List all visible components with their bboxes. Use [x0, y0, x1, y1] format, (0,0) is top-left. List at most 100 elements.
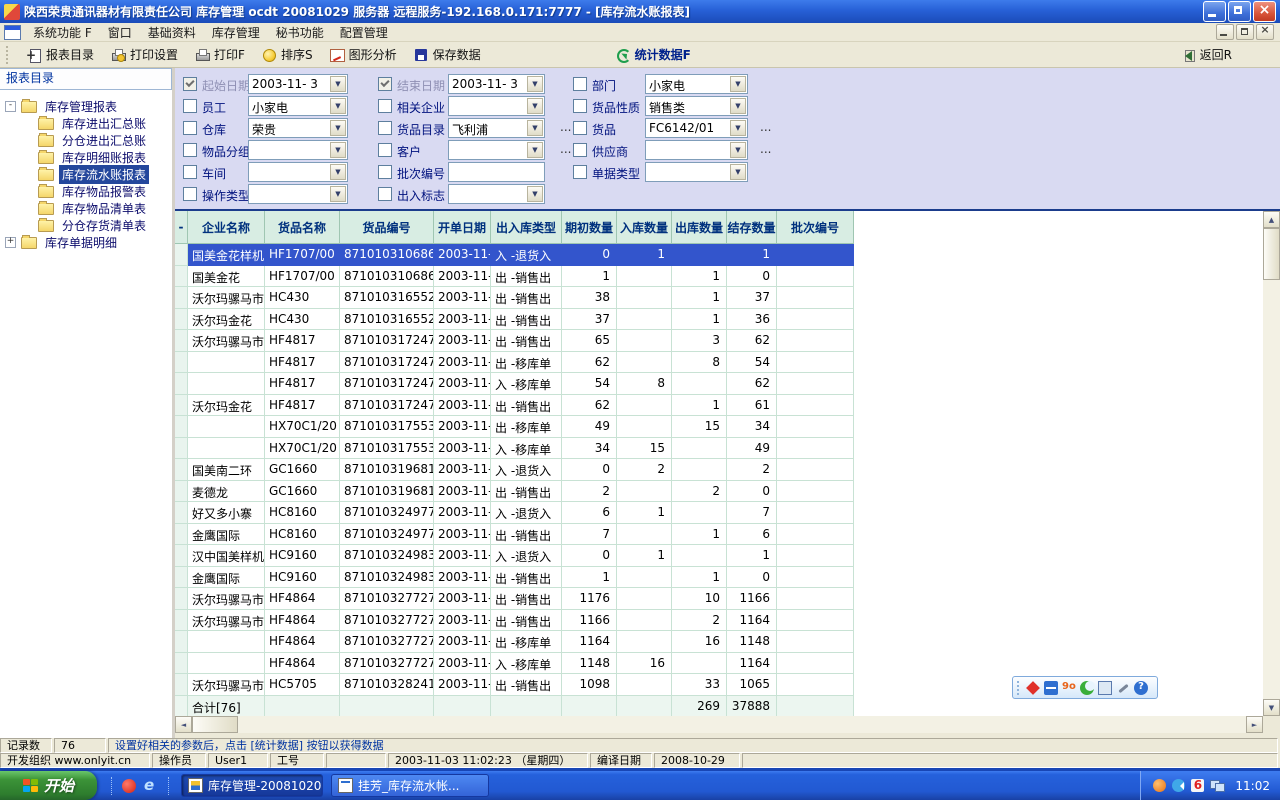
restore-button[interactable] [1228, 1, 1251, 22]
menu-item-2[interactable]: 基础资料 [140, 22, 204, 43]
combo-dropdown-icon[interactable]: ▼ [330, 120, 346, 136]
filter-ellipsis-button[interactable]: ... [760, 142, 771, 156]
ime-tools-icon[interactable] [1116, 681, 1130, 695]
ime-punct-icon[interactable] [1062, 681, 1076, 695]
table-row[interactable]: 金鹰国际HC816087101032497712003-11-06出 -销售出7… [175, 524, 854, 546]
filter-checkbox-物品分组[interactable] [183, 143, 197, 157]
combo-dropdown-icon[interactable]: ▼ [330, 98, 346, 114]
tree-item-0[interactable]: -库存管理报表 [0, 98, 172, 115]
ime-help-icon[interactable] [1134, 681, 1148, 695]
column-header-期初数量[interactable]: 期初数量 [562, 211, 617, 244]
column-header-货品编号[interactable]: 货品编号 [340, 211, 434, 244]
filter-combo-操作类型[interactable]: ▼ [248, 184, 348, 204]
table-row[interactable]: HF486487101032772792003-11-06入 -移库单11481… [175, 653, 854, 675]
filter-combo-货品目录[interactable]: 飞利浦▼ [448, 118, 545, 138]
filter-combo-客户[interactable]: ▼ [448, 140, 545, 160]
filter-combo-货品性质[interactable]: 销售类▼ [645, 96, 748, 116]
tree-item-6[interactable]: 库存物品清单表 [0, 200, 172, 217]
minus-expander-icon[interactable]: - [5, 101, 16, 112]
agent-icon[interactable] [1153, 779, 1166, 792]
column-header-入库数量[interactable]: 入库数量 [617, 211, 672, 244]
filter-checkbox-批次编号[interactable] [378, 165, 392, 179]
filter-combo-物品分组[interactable]: ▼ [248, 140, 348, 160]
taskbar-task-1[interactable]: 挂芳_库存流水帐... [331, 774, 489, 797]
table-row[interactable]: 汉中国美样机HC916087101032498322003-11-06入 -退货… [175, 545, 854, 567]
filter-checkbox-出入标志[interactable] [378, 187, 392, 201]
filter-checkbox-货品[interactable] [573, 121, 587, 135]
filter-input-批次编号[interactable] [448, 162, 545, 182]
table-row[interactable]: HX70C1/2087101031755372003-11-06出 -移库单49… [175, 416, 854, 438]
scroll-up-button[interactable]: ▲ [1263, 211, 1280, 228]
table-row[interactable]: HF481787101031724752003-11-06入 -移库单54862 [175, 373, 854, 395]
toolbar-sort-button[interactable]: 排序S [255, 44, 319, 65]
tree-item-3[interactable]: 库存明细账报表 [0, 149, 172, 166]
column-header-出库数量[interactable]: 出库数量 [672, 211, 727, 244]
filter-combo-部门[interactable]: 小家电▼ [645, 74, 748, 94]
tree-item-7[interactable]: 分仓存货清单表 [0, 217, 172, 234]
mdi-system-icon[interactable] [4, 25, 21, 40]
column-header-企业名称[interactable]: 企业名称 [188, 211, 265, 244]
scroll-left-button[interactable]: ◄ [175, 716, 192, 733]
column-header-批次编号[interactable]: 批次编号 [777, 211, 854, 244]
ime-grip[interactable] [1017, 681, 1022, 695]
mdi-restore-button[interactable] [1236, 24, 1254, 40]
column-header-出入库类型[interactable]: 出入库类型 [491, 211, 562, 244]
close-button[interactable] [1253, 1, 1276, 22]
combo-dropdown-icon[interactable]: ▼ [527, 142, 543, 158]
combo-dropdown-icon[interactable]: ▼ [730, 120, 746, 136]
horizontal-scroll-thumb[interactable] [192, 716, 238, 733]
tree-item-2[interactable]: 分仓进出汇总账 [0, 132, 172, 149]
table-row[interactable]: 沃尔玛骡马市HF486487101032772792003-11-06出 -销售… [175, 610, 854, 632]
ime-shape-icon[interactable] [1080, 681, 1094, 695]
mail6-icon[interactable]: 6 [1191, 779, 1204, 792]
filter-combo-出入标志[interactable]: ▼ [448, 184, 545, 204]
filter-ellipsis-button[interactable]: ... [760, 120, 771, 134]
tree-item-8[interactable]: +库存单据明细 [0, 234, 172, 251]
filter-checkbox-起始日期[interactable] [183, 77, 197, 91]
statistics-data-button[interactable]: 统计数据F [609, 44, 697, 65]
table-row[interactable]: 金鹰国际HC916087101032498322003-11-06出 -销售出1… [175, 567, 854, 589]
table-row[interactable]: HF481787101031724752003-11-06出 -移库单62854 [175, 352, 854, 374]
filter-checkbox-员工[interactable] [183, 99, 197, 113]
tree-item-1[interactable]: 库存进出汇总账 [0, 115, 172, 132]
filter-checkbox-车间[interactable] [183, 165, 197, 179]
table-row[interactable]: HF486487101032772792003-11-06出 -移库单11641… [175, 631, 854, 653]
filter-checkbox-仓库[interactable] [183, 121, 197, 135]
filter-combo-单据类型[interactable]: ▼ [645, 162, 748, 182]
minimize-button[interactable] [1203, 1, 1226, 22]
table-row[interactable]: 国美金花样机HF1707/0087101031068692003-11-06入 … [175, 244, 854, 266]
combo-dropdown-icon[interactable]: ▼ [527, 186, 543, 202]
mdi-close-button[interactable] [1256, 24, 1274, 40]
messenger-icon[interactable] [1172, 779, 1185, 792]
filter-combo-车间[interactable]: ▼ [248, 162, 348, 182]
filter-checkbox-供应商[interactable] [573, 143, 587, 157]
combo-dropdown-icon[interactable]: ▼ [330, 164, 346, 180]
horizontal-scrollbar[interactable]: ◄ ► [175, 716, 1263, 733]
filter-checkbox-部门[interactable] [573, 77, 587, 91]
toolbar-print-settings-button[interactable]: 打印设置 [104, 44, 184, 65]
filter-ellipsis-button[interactable]: ... [560, 120, 571, 134]
filter-combo-相关企业[interactable]: ▼ [448, 96, 545, 116]
tree-item-5[interactable]: 库存物品报警表 [0, 183, 172, 200]
combo-dropdown-icon[interactable]: ▼ [330, 142, 346, 158]
filter-checkbox-货品目录[interactable] [378, 121, 392, 135]
vertical-scrollbar[interactable]: ▲ ▼ [1263, 211, 1280, 716]
filter-combo-结束日期[interactable]: 2003-11- 3▼ [448, 74, 545, 94]
toolbar-printer-button[interactable]: 打印F [188, 44, 251, 65]
filter-checkbox-货品性质[interactable] [573, 99, 587, 113]
ie-icon[interactable]: e [144, 778, 160, 794]
network-icon[interactable] [1210, 780, 1225, 792]
table-row[interactable]: 沃尔玛骡马市HC570587101032824192003-11-06出 -销售… [175, 674, 854, 696]
filter-ellipsis-button[interactable]: ... [560, 142, 571, 156]
filter-combo-起始日期[interactable]: 2003-11- 3▼ [248, 74, 348, 94]
taskbar-task-0[interactable]: 库存管理-20081020 [181, 774, 323, 797]
filter-checkbox-相关企业[interactable] [378, 99, 392, 113]
combo-dropdown-icon[interactable]: ▼ [527, 76, 543, 92]
column-header-开单日期[interactable]: 开单日期 [434, 211, 491, 244]
toolbar-grip[interactable] [6, 46, 12, 64]
combo-dropdown-icon[interactable]: ▼ [730, 98, 746, 114]
table-row[interactable]: 国美金花HF1707/0087101031068692003-11-06出 -销… [175, 266, 854, 288]
filter-combo-货品[interactable]: FC6142/01▼ [645, 118, 748, 138]
menu-item-3[interactable]: 库存管理 [204, 22, 268, 43]
combo-dropdown-icon[interactable]: ▼ [730, 76, 746, 92]
